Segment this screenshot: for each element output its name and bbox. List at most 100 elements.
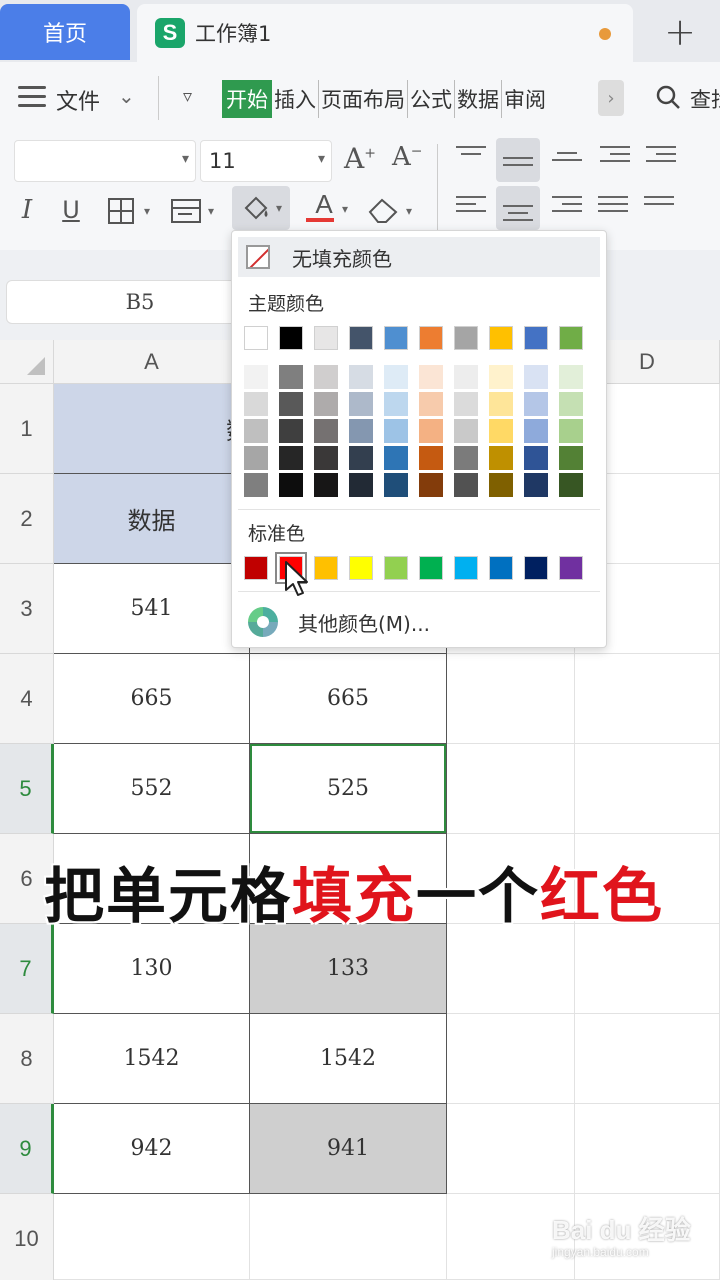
standard-color-swatch[interactable] <box>349 556 373 580</box>
theme-shade-swatch[interactable] <box>349 419 373 443</box>
theme-shade-swatch[interactable] <box>559 392 583 416</box>
tab-start[interactable]: 开始 <box>222 80 272 118</box>
border-dropdown-icon[interactable]: ▾ <box>144 204 150 218</box>
theme-shade-swatch[interactable] <box>454 446 478 470</box>
theme-shade-swatch[interactable] <box>244 446 268 470</box>
tab-workbook[interactable]: S 工作簿1 <box>137 4 633 62</box>
italic-icon[interactable]: I <box>14 192 40 228</box>
tab-home[interactable]: 首页 <box>0 4 130 60</box>
theme-color-swatch[interactable] <box>419 326 443 350</box>
theme-color-swatch[interactable] <box>454 326 478 350</box>
eraser-icon[interactable] <box>366 194 402 226</box>
font-name-select[interactable]: ▾ <box>14 140 196 182</box>
theme-color-swatch[interactable] <box>314 326 338 350</box>
tab-data[interactable]: 数据 <box>455 80 502 118</box>
theme-shade-swatch[interactable] <box>419 473 443 497</box>
cell-style-icon[interactable] <box>170 198 202 224</box>
standard-color-swatch[interactable] <box>419 556 443 580</box>
theme-shade-swatch[interactable] <box>384 446 408 470</box>
cell-b9[interactable]: 941 <box>250 1104 447 1194</box>
theme-shade-swatch[interactable] <box>489 446 513 470</box>
theme-shade-swatch[interactable] <box>279 392 303 416</box>
justify-icon[interactable] <box>598 196 628 222</box>
theme-shade-swatch[interactable] <box>314 392 338 416</box>
decrease-font-icon[interactable]: A− <box>392 142 423 172</box>
row-header-8[interactable]: 8 <box>0 1014 54 1104</box>
theme-shade-swatch[interactable] <box>384 392 408 416</box>
theme-shade-swatch[interactable] <box>419 419 443 443</box>
column-header-a[interactable]: A <box>54 340 250 384</box>
cell-style-dropdown-icon[interactable]: ▾ <box>208 204 214 218</box>
cell-a4[interactable]: 665 <box>54 654 250 744</box>
theme-shade-swatch[interactable] <box>419 446 443 470</box>
theme-shade-swatch[interactable] <box>349 365 373 389</box>
cell-b4[interactable]: 665 <box>250 654 447 744</box>
standard-color-swatch[interactable] <box>384 556 408 580</box>
tab-review[interactable]: 审阅 <box>502 80 548 118</box>
cell-a9[interactable]: 942 <box>54 1104 250 1194</box>
theme-color-swatch[interactable] <box>349 326 373 350</box>
cell-b8[interactable]: 1542 <box>250 1014 447 1104</box>
standard-color-swatch[interactable] <box>314 556 338 580</box>
cell-a10[interactable] <box>54 1194 250 1280</box>
new-tab-button[interactable]: + <box>640 4 720 60</box>
row-header-2[interactable]: 2 <box>0 474 54 564</box>
file-menu[interactable]: 文件 <box>56 84 100 116</box>
row-header-9[interactable]: 9 <box>0 1104 54 1194</box>
row-header-1[interactable]: 1 <box>0 384 54 474</box>
cell-d8[interactable] <box>575 1014 720 1104</box>
theme-shade-swatch[interactable] <box>559 473 583 497</box>
font-color-button[interactable]: A ▾ <box>300 186 348 230</box>
cell-a5[interactable]: 552 <box>54 744 250 834</box>
hamburger-icon[interactable] <box>18 86 46 108</box>
theme-shade-swatch[interactable] <box>279 419 303 443</box>
cell-c4[interactable] <box>447 654 575 744</box>
standard-color-swatch[interactable] <box>559 556 583 580</box>
font-size-select[interactable]: 11 ▾ <box>200 140 332 182</box>
cell-a3[interactable]: 541 <box>54 564 250 654</box>
theme-shade-swatch[interactable] <box>384 365 408 389</box>
theme-shade-swatch[interactable] <box>314 419 338 443</box>
tab-formulas[interactable]: 公式 <box>408 80 455 118</box>
chevron-down-icon[interactable]: ⌄ <box>118 84 135 108</box>
theme-shade-swatch[interactable] <box>559 446 583 470</box>
distribute-icon[interactable] <box>644 196 674 222</box>
align-top-icon[interactable] <box>456 146 486 172</box>
search-label[interactable]: 查找 <box>690 84 720 114</box>
theme-shade-swatch[interactable] <box>524 392 548 416</box>
theme-shade-swatch[interactable] <box>524 473 548 497</box>
tab-insert[interactable]: 插入 <box>272 80 319 118</box>
cell-a2[interactable]: 数据 <box>54 474 250 564</box>
theme-shade-swatch[interactable] <box>559 419 583 443</box>
theme-shade-swatch[interactable] <box>524 365 548 389</box>
theme-color-swatch[interactable] <box>559 326 583 350</box>
standard-color-swatch[interactable] <box>244 556 268 580</box>
cell-a7[interactable]: 130 <box>54 924 250 1014</box>
eraser-dropdown-icon[interactable]: ▾ <box>406 204 412 218</box>
cell-c8[interactable] <box>447 1014 575 1104</box>
theme-shade-swatch[interactable] <box>454 392 478 416</box>
theme-shade-swatch[interactable] <box>314 365 338 389</box>
theme-shade-swatch[interactable] <box>524 419 548 443</box>
theme-shade-swatch[interactable] <box>349 392 373 416</box>
theme-shade-swatch[interactable] <box>279 365 303 389</box>
tab-page-layout[interactable]: 页面布局 <box>319 80 408 118</box>
theme-shade-swatch[interactable] <box>559 365 583 389</box>
theme-shade-swatch[interactable] <box>454 365 478 389</box>
cell-d5[interactable] <box>575 744 720 834</box>
increase-indent-icon[interactable] <box>646 146 676 172</box>
theme-shade-swatch[interactable] <box>524 446 548 470</box>
cell-c7[interactable] <box>447 924 575 1014</box>
theme-shade-swatch[interactable] <box>419 365 443 389</box>
row-header-4[interactable]: 4 <box>0 654 54 744</box>
theme-color-swatch[interactable] <box>384 326 408 350</box>
cell-a8[interactable]: 1542 <box>54 1014 250 1104</box>
align-bottom-icon[interactable] <box>552 152 582 178</box>
align-right-icon[interactable] <box>552 196 582 222</box>
theme-color-swatch[interactable] <box>279 326 303 350</box>
align-left-icon[interactable] <box>456 196 486 222</box>
ribbon-scroll-right-icon[interactable]: › <box>598 80 624 116</box>
cell-d7[interactable] <box>575 924 720 1014</box>
theme-color-swatch[interactable] <box>244 326 268 350</box>
decrease-indent-icon[interactable] <box>600 146 630 172</box>
